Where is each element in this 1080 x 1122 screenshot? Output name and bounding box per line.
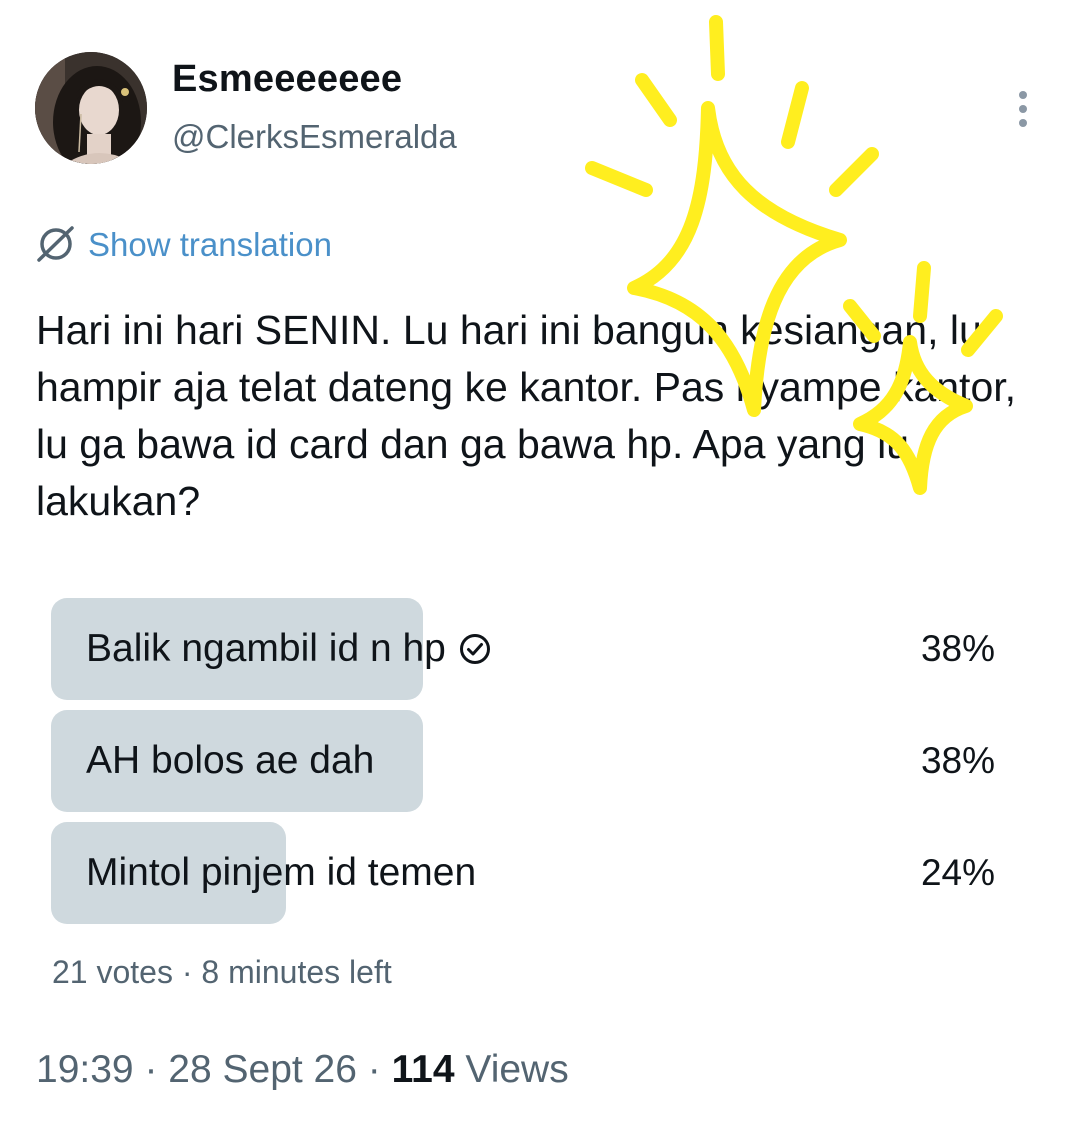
- sparkle-ray: [635, 73, 677, 127]
- poll-option-label: Mintol pinjem id temen: [86, 851, 477, 894]
- poll-option-percent: 38%: [920, 628, 995, 669]
- tweet-text: Hari ini hari SENIN. Lu hari ini bangun …: [36, 307, 1017, 524]
- poll-option-label: AH bolos ae dah: [86, 739, 375, 782]
- avatar[interactable]: [35, 52, 147, 164]
- sparkle-ray: [585, 161, 653, 197]
- poll: Balik ngambil id n hp 38% AH bolos ae da…: [51, 598, 995, 934]
- poll-option[interactable]: Mintol pinjem id temen 24%: [51, 822, 995, 924]
- tweet-date[interactable]: 28 Sept 26: [168, 1048, 357, 1091]
- show-translation-label: Show translation: [88, 226, 332, 263]
- poll-votes[interactable]: 21 votes: [52, 954, 173, 990]
- poll-option[interactable]: AH bolos ae dah 38%: [51, 710, 995, 812]
- sparkle-ray: [829, 147, 879, 197]
- user-handle[interactable]: @ClerksEsmeralda: [172, 118, 457, 156]
- more-options-icon[interactable]: [1005, 86, 1041, 132]
- separator-dot: ·: [181, 954, 202, 990]
- separator-dot: ·: [144, 1048, 169, 1091]
- poll-option[interactable]: Balik ngambil id n hp 38%: [51, 598, 995, 700]
- poll-option-percent: 24%: [920, 852, 995, 893]
- sparkle-ray: [709, 15, 725, 81]
- poll-option-percent: 38%: [920, 740, 995, 781]
- views-label: Views: [465, 1048, 569, 1091]
- profile-photo: [35, 52, 147, 164]
- separator-dot: ·: [367, 1048, 392, 1091]
- poll-time-left: 8 minutes left: [201, 954, 392, 990]
- check-circle-icon: [459, 634, 490, 664]
- sparkle-ray: [781, 81, 809, 149]
- display-name[interactable]: Esmeeeeeee: [172, 58, 402, 101]
- globe-slash-icon: [37, 226, 74, 262]
- tweet-timestamp: 19:39 · 28 Sept 26 · 114 Views: [36, 1048, 569, 1092]
- poll-meta: 21 votes · 8 minutes left: [52, 954, 392, 991]
- views-count: 114: [391, 1048, 455, 1091]
- tweet-time[interactable]: 19:39: [36, 1048, 134, 1091]
- poll-option-label: Balik ngambil id n hp: [86, 627, 446, 670]
- show-translation-link[interactable]: Show translation: [34, 222, 332, 268]
